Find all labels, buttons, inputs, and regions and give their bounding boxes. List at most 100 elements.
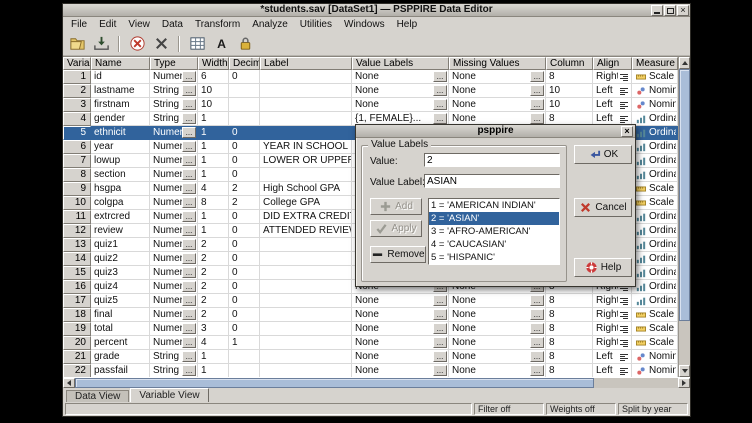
var-decimals-cell[interactable]: 2 [229,182,260,196]
var-width-cell[interactable]: 1 [198,154,229,168]
var-measure-cell[interactable]: Ordinal [632,112,678,126]
var-measure-cell[interactable]: Ordinal [632,154,678,168]
var-type-cell[interactable]: String... [150,364,198,377]
horizontal-scrollbar[interactable] [63,377,690,388]
var-values-cell[interactable]: None... [352,84,449,98]
var-label-cell[interactable] [260,252,352,266]
var-align-cell[interactable]: Right [593,322,632,336]
var-columns-cell[interactable]: 8 [546,70,593,84]
row-number-cell[interactable]: 1 [63,70,91,84]
cancel-button[interactable]: Cancel [574,198,632,217]
open-data-button[interactable] [66,34,88,54]
row-number-cell[interactable]: 20 [63,336,91,350]
var-decimals-cell[interactable] [229,112,260,126]
var-decimals-cell[interactable]: 0 [229,322,260,336]
var-type-cell[interactable]: Numeric... [150,294,198,308]
var-label-cell[interactable] [260,168,352,182]
var-name-cell[interactable]: percent [91,336,150,350]
var-columns-cell[interactable]: 8 [546,364,593,377]
var-values-cell[interactable]: None... [352,336,449,350]
ellipsis-button[interactable]: ... [182,309,196,320]
var-label-cell[interactable] [260,238,352,252]
row-number-cell[interactable]: 15 [63,266,91,280]
var-measure-cell[interactable]: Ordinal [632,280,678,294]
var-decimals-cell[interactable]: 0 [229,126,260,140]
var-label-cell[interactable] [260,350,352,364]
column-header-width[interactable]: Width [198,57,229,70]
column-header-missing-values[interactable]: Missing Values [449,57,546,70]
var-align-cell[interactable]: Left [593,84,632,98]
var-name-cell[interactable]: lowup [91,154,150,168]
var-type-cell[interactable]: Numeric... [150,154,198,168]
column-header-decimal[interactable]: Decimal [229,57,260,70]
var-type-cell[interactable]: String... [150,84,198,98]
help-button[interactable]: Help [574,258,632,277]
var-measure-cell[interactable]: Ordinal [632,168,678,182]
ellipsis-button[interactable]: ... [182,113,196,124]
var-values-cell[interactable]: None... [352,294,449,308]
var-missing-cell[interactable]: None... [449,84,546,98]
row-number-cell[interactable]: 12 [63,224,91,238]
var-missing-cell[interactable]: None... [449,322,546,336]
column-header-value-labels[interactable]: Value Labels [352,57,449,70]
var-align-cell[interactable]: Right [593,336,632,350]
var-measure-cell[interactable]: Ordinal [632,126,678,140]
var-decimals-cell[interactable] [229,364,260,377]
vertical-scroll-track[interactable] [679,69,690,365]
var-width-cell[interactable]: 1 [198,364,229,377]
ellipsis-button[interactable]: ... [530,113,544,124]
var-align-cell[interactable]: Left [593,350,632,364]
ellipsis-button[interactable]: ... [433,323,447,334]
var-width-cell[interactable]: 1 [198,210,229,224]
var-name-cell[interactable]: id [91,70,150,84]
var-decimals-cell[interactable]: 1 [229,336,260,350]
var-measure-cell[interactable]: Ordinal [632,210,678,224]
var-decimals-cell[interactable]: 0 [229,224,260,238]
vertical-scroll-thumb[interactable] [679,69,690,321]
var-width-cell[interactable]: 6 [198,70,229,84]
var-decimals-cell[interactable]: 0 [229,70,260,84]
var-measure-cell[interactable]: Ordinal [632,266,678,280]
var-measure-cell[interactable]: Ordinal [632,252,678,266]
var-name-cell[interactable]: quiz4 [91,280,150,294]
var-width-cell[interactable]: 4 [198,182,229,196]
var-name-cell[interactable]: section [91,168,150,182]
var-align-cell[interactable]: Right [593,70,632,84]
var-name-cell[interactable]: review [91,224,150,238]
row-number-cell[interactable]: 22 [63,364,91,377]
var-measure-cell[interactable]: Scale [632,336,678,350]
ellipsis-button[interactable]: ... [182,253,196,264]
menu-view[interactable]: View [122,18,156,31]
var-measure-cell[interactable]: Nominal [632,98,678,112]
var-missing-cell[interactable]: None... [449,70,546,84]
var-columns-cell[interactable]: 10 [546,98,593,112]
var-columns-cell[interactable]: 8 [546,294,593,308]
var-label-cell[interactable]: ATTENDED REVIEW SESSIONS [260,224,352,238]
scroll-right-button[interactable] [678,378,690,388]
lock-button[interactable] [234,34,256,54]
row-number-cell[interactable]: 21 [63,350,91,364]
close-button[interactable]: × [677,5,689,16]
tab-data-view[interactable]: Data View [66,390,129,402]
var-width-cell[interactable]: 4 [198,336,229,350]
var-decimals-cell[interactable]: 0 [229,140,260,154]
var-align-cell[interactable]: Left [593,364,632,377]
var-label-cell[interactable]: DID EXTRA CREDIT PROJECT [260,210,352,224]
var-measure-cell[interactable]: Scale [632,182,678,196]
var-name-cell[interactable]: hsgpa [91,182,150,196]
var-measure-cell[interactable]: Ordinal [632,224,678,238]
var-columns-cell[interactable]: 8 [546,322,593,336]
vertical-scrollbar[interactable] [678,57,690,377]
var-type-cell[interactable]: Numeric... [150,140,198,154]
var-width-cell[interactable]: 10 [198,84,229,98]
ellipsis-button[interactable]: ... [530,295,544,306]
dialog-close-button[interactable]: × [621,126,633,137]
row-number-cell[interactable]: 19 [63,322,91,336]
ellipsis-button[interactable]: ... [433,99,447,110]
scroll-up-button[interactable] [679,57,690,69]
scroll-left-button[interactable] [63,378,75,388]
var-decimals-cell[interactable] [229,98,260,112]
var-width-cell[interactable]: 2 [198,238,229,252]
row-number-cell[interactable]: 6 [63,140,91,154]
var-type-cell[interactable]: Numeric... [150,322,198,336]
